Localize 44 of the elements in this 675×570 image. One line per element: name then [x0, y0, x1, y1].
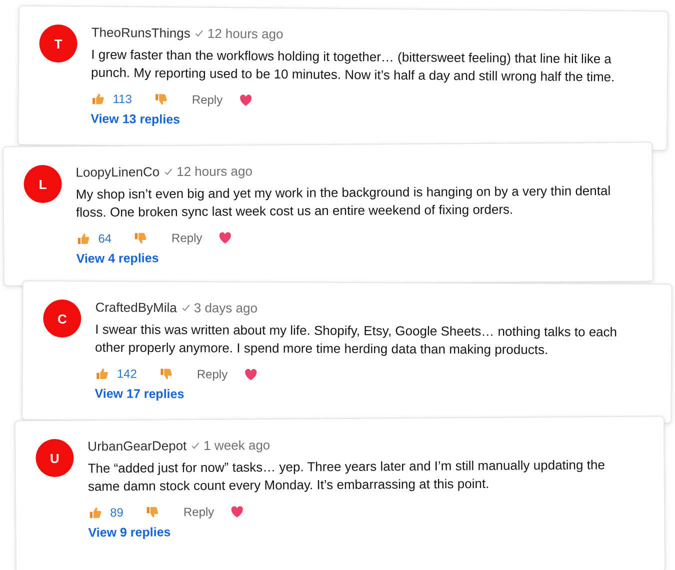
author-name[interactable]: LoopyLinenCo	[76, 164, 160, 180]
thumbs-down-icon[interactable]	[133, 231, 148, 246]
avatar[interactable]: L	[24, 164, 62, 204]
heart-icon[interactable]	[230, 504, 244, 519]
thumbs-down-icon[interactable]	[158, 367, 173, 382]
reply-button[interactable]: Reply	[179, 504, 218, 520]
view-replies-link[interactable]: View 13 replies	[90, 112, 180, 127]
check-icon	[164, 167, 173, 176]
check-icon	[190, 440, 200, 450]
timestamp: 12 hours ago	[207, 26, 284, 42]
heart-icon[interactable]	[244, 367, 258, 382]
author-name[interactable]: CraftedByMila	[95, 300, 177, 316]
thumbs-down-icon[interactable]	[154, 92, 168, 106]
like-count: 89	[110, 506, 124, 520]
author-name[interactable]: TheoRunsThings	[91, 24, 190, 41]
timestamp: 12 hours ago	[176, 164, 253, 180]
avatar[interactable]: U	[36, 438, 74, 478]
check-icon	[180, 303, 190, 312]
thumbs-up-icon[interactable]	[94, 366, 109, 381]
check-icon	[194, 28, 204, 38]
timestamp: 1 week ago	[204, 437, 270, 453]
thumbs-up-icon[interactable]	[88, 506, 102, 520]
heart-icon[interactable]	[218, 230, 232, 245]
view-replies-link[interactable]: View 17 replies	[94, 386, 184, 402]
reply-button[interactable]: Reply	[167, 230, 206, 246]
avatar[interactable]: C	[43, 299, 82, 338]
view-replies-link[interactable]: View 4 replies	[76, 251, 159, 266]
comment-text: I grew faster than the workflows holding it together… (bittersweet feeling) that line hit like a punch. My reporting used to be 10 minutes. Now it’s half a day and still wrong half the time.	[90, 46, 616, 86]
comment-text: I swear this was written about my life. Shopify, Etsy, Google Sheets… nothing talks to each other properly anymore. I spend more time herding data than making products.	[94, 320, 618, 360]
thumbs-up-icon[interactable]	[90, 92, 105, 106]
like-count: 142	[116, 366, 137, 381]
timestamp: 3 days ago	[194, 300, 258, 316]
view-replies-link[interactable]: View 9 replies	[88, 525, 171, 540]
comment-text: The “added just for now” tasks… yep. Three years later and I’m still manually updating the same damn stock count every Monday. It’s embarrassing at this point.	[88, 456, 606, 496]
heart-icon[interactable]	[238, 93, 253, 108]
author-name[interactable]: UrbanGearDepot	[88, 438, 187, 454]
comment-text: My shop isn’t even big and yet my work in the background is hanging on by a very thin dental floss. One broken sync last week cost us an entire weekend of fixing orders.	[76, 182, 612, 222]
like-count: 64	[98, 232, 112, 246]
thumbs-down-icon[interactable]	[145, 505, 160, 520]
avatar[interactable]: T	[39, 24, 78, 63]
reply-button[interactable]: Reply	[192, 367, 232, 382]
thumbs-up-icon[interactable]	[76, 232, 90, 246]
like-count: 113	[112, 92, 132, 106]
reply-button[interactable]: Reply	[188, 92, 227, 107]
